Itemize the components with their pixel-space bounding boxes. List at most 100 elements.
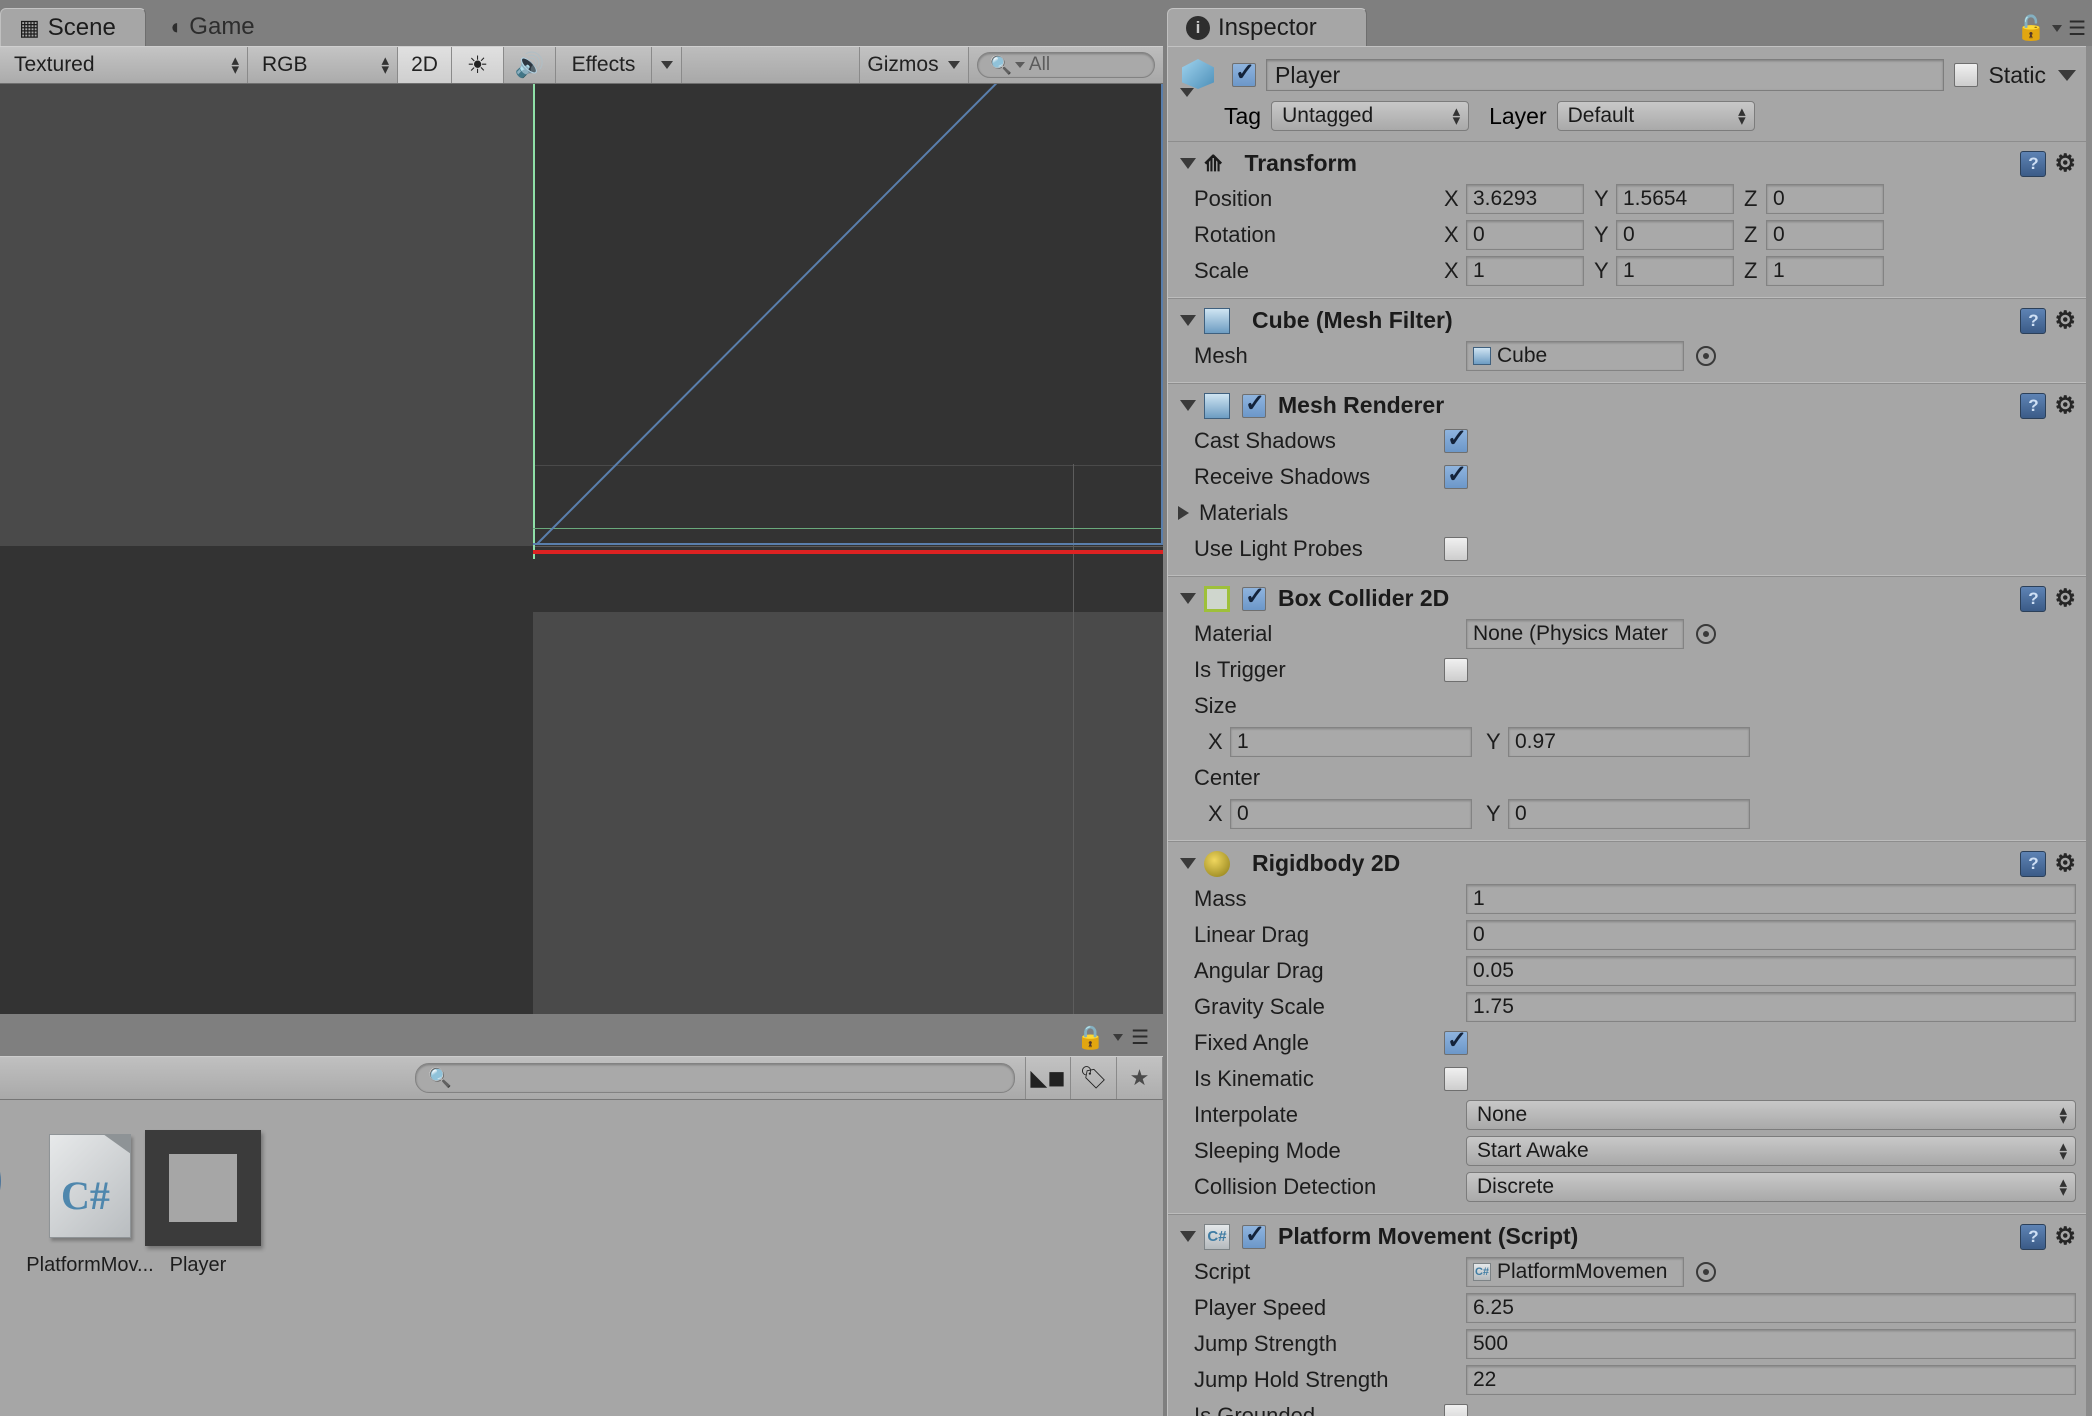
jump-hold-strength-input[interactable]: 22 <box>1466 1365 2076 1395</box>
sleeping-mode-dropdown[interactable]: Start Awake ▴ ▾ <box>1466 1136 2076 1166</box>
component-header[interactable]: Rigidbody 2D ? ⚙ <box>1168 848 2086 881</box>
angular-drag-input[interactable]: 0.05 <box>1466 956 2076 986</box>
size-y-input[interactable]: 0.97 <box>1508 727 1750 757</box>
inspector-header-controls[interactable]: 🔓 ☰ <box>2016 14 2086 43</box>
tab-game[interactable]: ◖ Game <box>150 8 290 46</box>
is-kinematic-checkbox[interactable] <box>1444 1067 1468 1091</box>
component-header[interactable]: ⟰ Transform ? ⚙ <box>1168 148 2086 181</box>
project-panel-header-controls[interactable]: 🔒 ☰ <box>1076 1024 1149 1051</box>
jump-strength-input[interactable]: 500 <box>1466 1329 2076 1359</box>
materials-foldout-row[interactable]: Materials <box>1168 495 2086 531</box>
fixed-angle-checkbox[interactable] <box>1444 1026 1468 1055</box>
foldout-triangle-icon[interactable] <box>1180 1231 1196 1242</box>
object-picker-icon[interactable] <box>1696 1262 1716 1282</box>
mass-input[interactable]: 1 <box>1466 884 2076 914</box>
help-icon[interactable]: ? <box>2020 150 2047 177</box>
hamburger-menu-icon[interactable]: ☰ <box>2068 16 2086 41</box>
scene-search-input[interactable]: 🔍 All <box>976 52 1155 78</box>
size-x-input[interactable]: 1 <box>1230 727 1472 757</box>
gizmos-dropdown-button[interactable]: Gizmos <box>858 47 969 83</box>
gameobject-enabled-checkbox[interactable] <box>1232 58 1256 87</box>
player-speed-input[interactable]: 6.25 <box>1466 1293 2076 1323</box>
gear-icon[interactable]: ⚙ <box>2054 1224 2076 1249</box>
asset-item[interactable]: Player <box>128 1128 268 1277</box>
use-light-probes-checkbox[interactable] <box>1444 537 1468 561</box>
scale-z-input[interactable]: 1 <box>1766 256 1884 286</box>
rotation-y-input[interactable]: 0 <box>1616 220 1734 250</box>
gear-icon[interactable]: ⚙ <box>2054 851 2076 876</box>
lock-icon[interactable]: 🔓 <box>2016 14 2046 43</box>
foldout-triangle-icon[interactable] <box>1180 593 1196 604</box>
linear-drag-input[interactable]: 0 <box>1466 920 2076 950</box>
foldout-triangle-icon[interactable] <box>1180 858 1196 869</box>
gear-icon[interactable]: ⚙ <box>2054 308 2076 333</box>
receive-shadows-checkbox[interactable] <box>1444 460 1468 489</box>
label-filter-icon[interactable]: 🏷 <box>1071 1057 1117 1099</box>
gear-icon[interactable]: ⚙ <box>2054 151 2076 176</box>
scale-y-input[interactable]: 1 <box>1616 256 1734 286</box>
asset-label: Player <box>169 1254 227 1276</box>
help-icon[interactable]: ? <box>2020 307 2047 334</box>
object-picker-icon[interactable] <box>1696 346 1716 366</box>
interpolate-dropdown[interactable]: None ▴ ▾ <box>1466 1100 2076 1130</box>
tab-inspector[interactable]: i Inspector <box>1167 8 1367 46</box>
object-filter-icon[interactable]: ◣◼ <box>1025 1057 1071 1099</box>
script-enabled-checkbox[interactable] <box>1242 1220 1266 1249</box>
mesh-renderer-enabled-checkbox[interactable] <box>1242 389 1266 418</box>
component-header[interactable]: Box Collider 2D ? ⚙ <box>1168 582 2086 616</box>
collider-material-field[interactable]: None (Physics Mater <box>1466 619 1684 649</box>
toggle-2d-button[interactable]: 2D <box>398 47 452 83</box>
component-header[interactable]: Mesh Renderer ? ⚙ <box>1168 389 2086 423</box>
layer-dropdown[interactable]: Default ▴ ▾ <box>1556 101 1755 131</box>
box-collider-enabled-checkbox[interactable] <box>1242 582 1266 611</box>
center-y-input[interactable]: 0 <box>1508 799 1750 829</box>
gameobject-name-input[interactable]: Player <box>1266 59 1945 91</box>
gear-icon[interactable]: ⚙ <box>2054 393 2076 418</box>
collision-detection-dropdown[interactable]: Discrete ▴ ▾ <box>1466 1172 2076 1202</box>
rotation-z-input[interactable]: 0 <box>1766 220 1884 250</box>
help-icon[interactable]: ? <box>2020 850 2047 877</box>
center-x-input[interactable]: 0 <box>1230 799 1472 829</box>
lighting-toggle-button[interactable]: ☀ <box>452 47 504 83</box>
is-trigger-checkbox[interactable] <box>1444 658 1468 682</box>
position-x-input[interactable]: 3.6293 <box>1466 184 1584 214</box>
tag-dropdown[interactable]: Untagged ▴ ▾ <box>1271 101 1470 131</box>
favorites-star-icon[interactable]: ★ <box>1117 1057 1163 1099</box>
mesh-object-field[interactable]: Cube <box>1466 341 1684 371</box>
audio-toggle-button[interactable]: 🔊 <box>504 47 556 83</box>
inspector-scrollbar[interactable] <box>2086 46 2092 1416</box>
static-checkbox[interactable] <box>1954 63 1979 87</box>
foldout-triangle-icon[interactable] <box>1178 506 1189 520</box>
rotation-x-input[interactable]: 0 <box>1466 220 1584 250</box>
help-icon[interactable]: ? <box>2020 392 2047 419</box>
foldout-triangle-icon[interactable] <box>1180 315 1196 326</box>
component-header[interactable]: Cube (Mesh Filter) ? ⚙ <box>1168 305 2086 338</box>
project-search-input[interactable]: 🔍 <box>415 1063 1015 1093</box>
effects-chevron-button[interactable] <box>652 47 682 83</box>
gear-icon[interactable]: ⚙ <box>2054 586 2076 611</box>
foldout-triangle-icon[interactable] <box>1180 400 1196 411</box>
scale-x-input[interactable]: 1 <box>1466 256 1584 286</box>
foldout-triangle-icon[interactable] <box>1180 158 1196 169</box>
component-header[interactable]: C# Platform Movement (Script) ? ⚙ <box>1168 1220 2086 1254</box>
scene-viewport[interactable] <box>0 84 1163 1014</box>
static-chevron-down-icon[interactable] <box>2058 69 2076 81</box>
help-icon[interactable]: ? <box>2020 585 2047 612</box>
script-object-field[interactable]: C# PlatformMovemen <box>1466 1257 1684 1287</box>
lock-icon[interactable]: 🔒 <box>1076 1024 1105 1051</box>
cast-shadows-checkbox[interactable] <box>1444 424 1468 453</box>
effects-dropdown-button[interactable]: Effects <box>556 47 652 83</box>
search-icon: 🔍 <box>989 54 1012 75</box>
position-y-input[interactable]: 1.5654 <box>1616 184 1734 214</box>
row-label: Scale <box>1194 258 1250 283</box>
is-grounded-checkbox[interactable] <box>1444 1404 1468 1416</box>
project-asset-grid[interactable]: C# PlatformMov... Player <box>0 1100 1163 1416</box>
render-mode-dropdown[interactable]: RGB ▴ ▾ <box>248 47 398 83</box>
object-picker-icon[interactable] <box>1696 624 1716 644</box>
position-z-input[interactable]: 0 <box>1766 184 1884 214</box>
gravity-scale-input[interactable]: 1.75 <box>1466 992 2076 1022</box>
hamburger-menu-icon[interactable]: ☰ <box>1131 1025 1149 1050</box>
help-icon[interactable]: ? <box>2020 1223 2047 1250</box>
tab-scene[interactable]: ▦ Scene <box>0 8 146 46</box>
draw-mode-dropdown[interactable]: Textured ▴ ▾ <box>0 47 248 83</box>
